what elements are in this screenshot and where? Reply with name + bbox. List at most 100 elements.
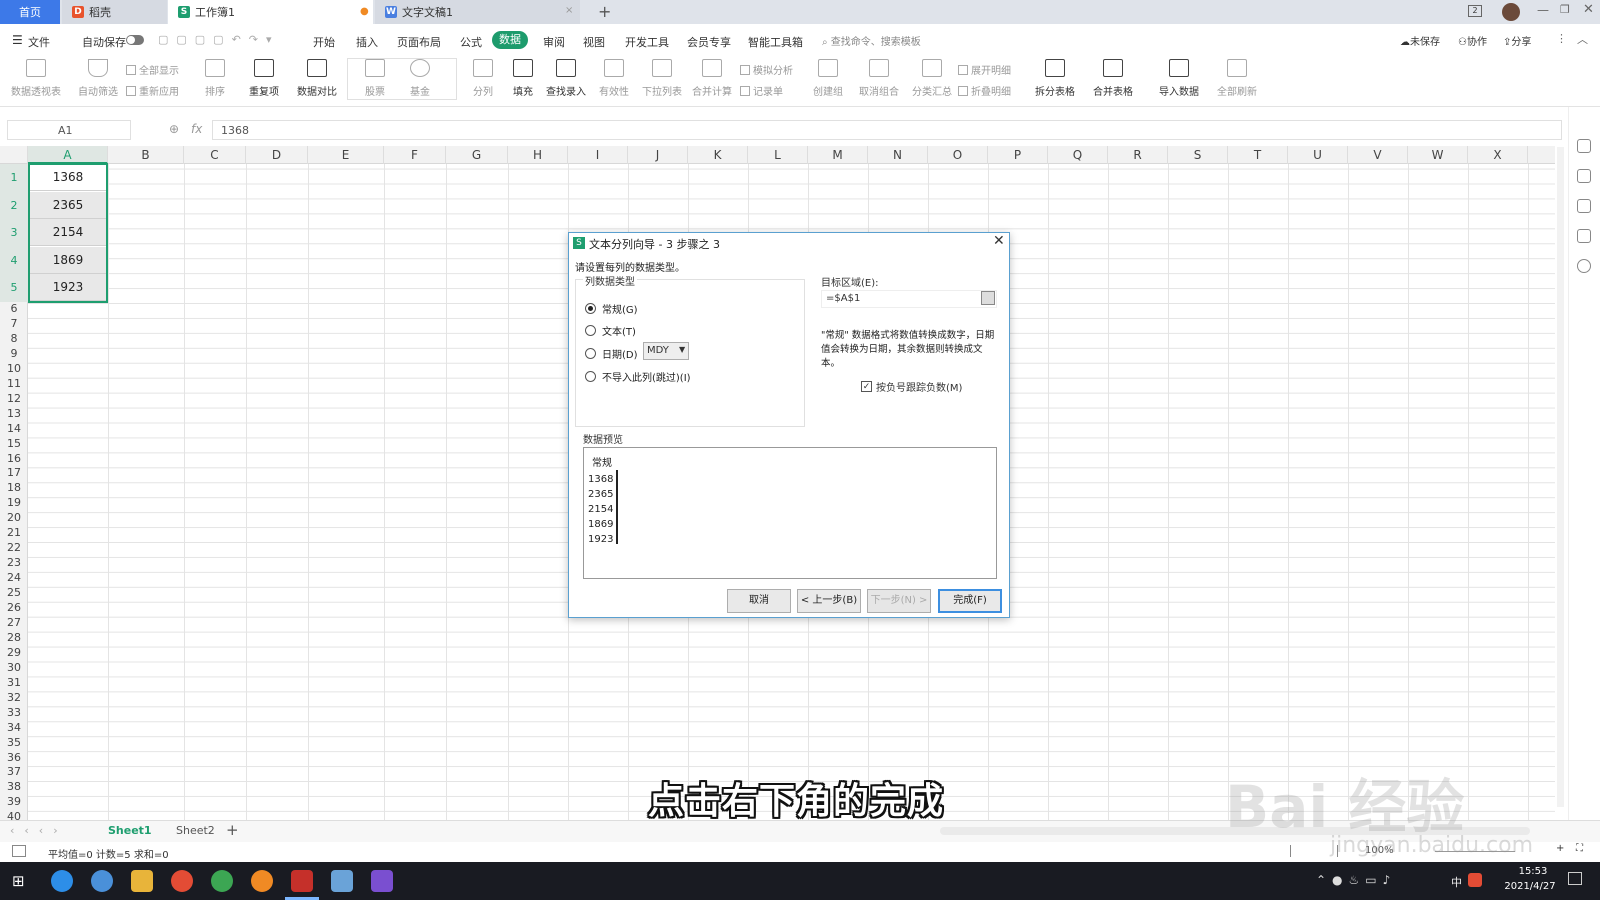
settings-icon[interactable] (1577, 169, 1591, 183)
window-count-icon[interactable]: 2 (1468, 5, 1482, 17)
avatar[interactable] (1502, 3, 1520, 21)
row-header-33[interactable]: 33 (0, 706, 28, 721)
cancel-button[interactable]: 取消 (727, 589, 791, 613)
negative-sign-checkbox[interactable]: ✓ 按负号跟踪负数(M) (861, 379, 962, 394)
menu-file[interactable]: 文件 (28, 34, 50, 50)
import-data-button[interactable]: 导入数据 (1154, 59, 1204, 98)
row-header-28[interactable]: 28 (0, 631, 28, 646)
row-header-20[interactable]: 20 (0, 511, 28, 526)
date-format-select[interactable]: MDY ▼ (643, 342, 689, 360)
autosave-toggle[interactable] (126, 35, 144, 45)
tab-daoke[interactable]: D 稻壳 (62, 0, 167, 24)
clock-date[interactable]: 2021/4/27 (1500, 881, 1560, 892)
refresh-all-button[interactable]: 全部刷新 (1212, 59, 1262, 98)
row-header-26[interactable]: 26 (0, 601, 28, 616)
finish-button[interactable]: 完成(F) (938, 589, 1002, 613)
sheet-tab-sheet2[interactable]: Sheet2 (176, 824, 215, 837)
target-range-input[interactable]: =$A$1 (821, 290, 997, 308)
column-header-t[interactable]: T (1228, 146, 1288, 164)
column-header-c[interactable]: C (184, 146, 246, 164)
minimize-icon[interactable]: — (1537, 3, 1549, 17)
consolidate-button[interactable]: 合并计算 (690, 59, 734, 98)
row-header-36[interactable]: 36 (0, 751, 28, 766)
sogou-icon[interactable] (91, 870, 113, 892)
row-header-38[interactable]: 38 (0, 780, 28, 795)
menu-view[interactable]: 视图 (583, 34, 605, 50)
tab-home[interactable]: 首页 (0, 0, 60, 24)
row-header-1[interactable]: 1 (0, 164, 28, 192)
ungroup-button[interactable]: 取消组合 (855, 59, 903, 98)
merge-table-button[interactable]: 合并表格 (1088, 59, 1138, 98)
chrome2-icon[interactable] (211, 870, 233, 892)
menu-data[interactable]: 数据 (492, 31, 528, 49)
radio-date[interactable]: 日期(D) (585, 346, 638, 361)
stocks-button[interactable]: 股票 (355, 59, 395, 98)
column-header-q[interactable]: Q (1048, 146, 1108, 164)
data-compare-button[interactable]: 数据对比 (292, 59, 342, 98)
zoom-formula-icon[interactable]: ⊕ (169, 122, 179, 136)
expand-detail-button[interactable]: 展开明细 (958, 62, 1011, 77)
column-header-s[interactable]: S (1168, 146, 1228, 164)
dialog-close-icon[interactable]: ✕ (993, 233, 1005, 249)
row-header-25[interactable]: 25 (0, 586, 28, 601)
row-header-22[interactable]: 22 (0, 541, 28, 556)
close-window-icon[interactable]: ✕ (1583, 2, 1594, 17)
tab-doc[interactable]: W 文字文稿1 × (375, 0, 580, 24)
reapply-button[interactable]: 重新应用 (126, 83, 179, 98)
row-header-8[interactable]: 8 (0, 332, 28, 347)
notification-icon[interactable] (1568, 872, 1582, 885)
row-header-24[interactable]: 24 (0, 571, 28, 586)
row-header-12[interactable]: 12 (0, 392, 28, 407)
subtotal-button[interactable]: 分类汇总 (910, 59, 954, 98)
chrome-icon[interactable] (171, 870, 193, 892)
fx-icon[interactable]: fx (191, 122, 202, 136)
zoom-in-icon[interactable]: + (1556, 843, 1564, 854)
search-command[interactable]: ⌕ 查找命令、搜索模板 (822, 33, 921, 48)
column-header-n[interactable]: N (868, 146, 928, 164)
column-header-a[interactable]: A (28, 146, 108, 164)
split-column-button[interactable]: 分列 (468, 59, 498, 98)
radio-general[interactable]: 常规(G) (585, 301, 638, 316)
row-header-32[interactable]: 32 (0, 691, 28, 706)
show-all-button[interactable]: 全部显示 (126, 62, 179, 77)
row-header-29[interactable]: 29 (0, 646, 28, 661)
row-header-5[interactable]: 5 (0, 274, 28, 302)
row-header-9[interactable]: 9 (0, 347, 28, 362)
row-header-31[interactable]: 31 (0, 676, 28, 691)
menu-devtools[interactable]: 开发工具 (625, 34, 669, 50)
column-header-m[interactable]: M (808, 146, 868, 164)
row-header-34[interactable]: 34 (0, 721, 28, 736)
radio-skip[interactable]: 不导入此列(跳过)(I) (585, 369, 691, 384)
row-header-19[interactable]: 19 (0, 496, 28, 511)
fullscreen-icon[interactable]: ⛶ (1576, 843, 1583, 854)
row-header-23[interactable]: 23 (0, 556, 28, 571)
column-header-f[interactable]: F (384, 146, 446, 164)
next-button[interactable]: 下一步(N) > (867, 589, 931, 613)
row-header-14[interactable]: 14 (0, 422, 28, 437)
collab-button[interactable]: ⚇协作 (1458, 33, 1487, 48)
column-header-j[interactable]: J (628, 146, 688, 164)
row-header-27[interactable]: 27 (0, 616, 28, 631)
player-icon[interactable] (371, 870, 393, 892)
column-header-x[interactable]: X (1468, 146, 1528, 164)
row-header-10[interactable]: 10 (0, 362, 28, 377)
row-header-11[interactable]: 11 (0, 377, 28, 392)
collapse-ribbon-icon[interactable]: ︿ (1577, 31, 1588, 47)
row-header-6[interactable]: 6 (0, 302, 28, 317)
dropdown-list-button[interactable]: 下拉列表 (640, 59, 684, 98)
sheet-tab-sheet1[interactable]: Sheet1 (108, 824, 152, 837)
clock-time[interactable]: 15:53 (1508, 866, 1558, 877)
notepad-icon[interactable] (331, 870, 353, 892)
property-icon[interactable] (1577, 229, 1591, 243)
sort-button[interactable]: 排序 (200, 59, 230, 98)
wps-tray-icon[interactable] (1468, 873, 1482, 887)
menu-start[interactable]: 开始 (313, 34, 335, 50)
vertical-scrollbar[interactable] (1557, 147, 1564, 807)
column-header-v[interactable]: V (1348, 146, 1408, 164)
row-header-7[interactable]: 7 (0, 317, 28, 332)
new-tab-button[interactable]: + (598, 2, 611, 21)
whatif-button[interactable]: 模拟分析 (740, 62, 793, 77)
record-form-button[interactable]: 记录单 (740, 83, 783, 98)
column-header-w[interactable]: W (1408, 146, 1468, 164)
browser-icon[interactable] (51, 870, 73, 892)
